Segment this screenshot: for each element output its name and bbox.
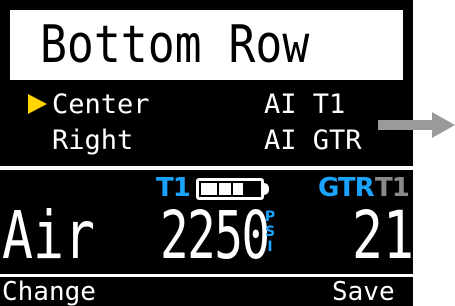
unit-letter: S: [264, 224, 276, 240]
unit-letter: P: [264, 209, 276, 225]
menu-item-right[interactable]: Right AI GTR: [0, 122, 413, 160]
menu-item-label: Right: [52, 125, 134, 156]
change-button[interactable]: Change: [2, 276, 96, 306]
tank-pressure: 2250: [160, 197, 270, 274]
battery-segment-divider: [231, 183, 233, 195]
menu-item-value: AI GTR: [264, 125, 362, 156]
arrow-shaft: [378, 120, 434, 130]
battery-segment-divider: [217, 183, 219, 195]
menu-item-value: AI T1: [264, 89, 346, 120]
arrow-head: [432, 112, 455, 138]
battery-segment-divider: [245, 183, 247, 195]
gtr-value: 21: [352, 197, 413, 274]
divider: [0, 166, 413, 170]
unit-letter: I: [267, 239, 273, 255]
battery-tip: [264, 183, 269, 195]
battery-level: [201, 183, 243, 195]
gas-name: Air: [2, 197, 95, 274]
arrow-right-icon: [378, 112, 455, 138]
page-title: Bottom Row: [40, 15, 310, 75]
selection-cursor-icon: [28, 94, 47, 114]
menu-item-center[interactable]: Center AI T1: [0, 86, 413, 124]
menu-item-label: Center: [52, 89, 150, 120]
pressure-unit: P S I: [263, 210, 277, 255]
save-button[interactable]: Save: [332, 276, 395, 306]
title-bar: Bottom Row: [10, 10, 403, 80]
dive-computer-screen: Bottom Row Center AI T1 Right AI GTR T1 …: [0, 0, 413, 306]
